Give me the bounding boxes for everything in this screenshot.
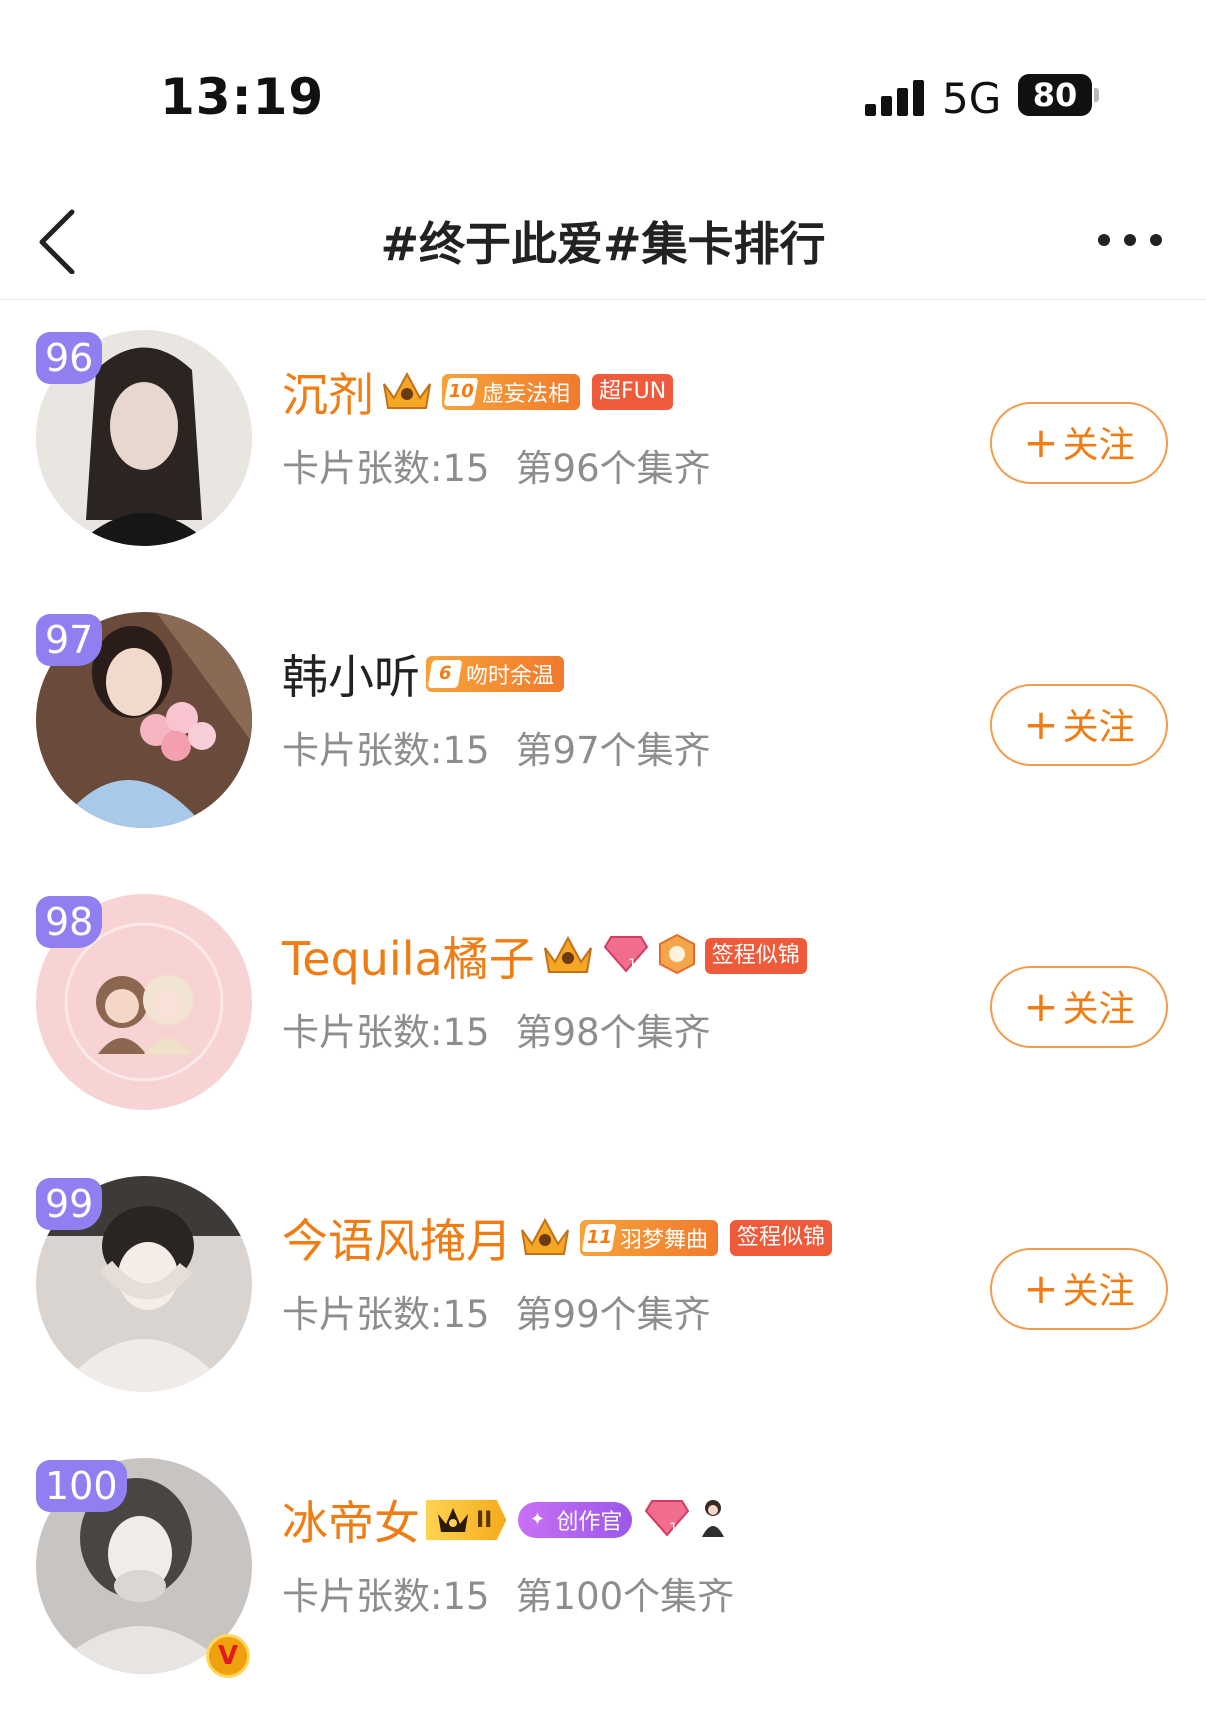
level-tag: 6 吻时余温 xyxy=(426,656,565,692)
collect-position: 第100个集齐 xyxy=(515,1575,735,1618)
username[interactable]: 韩小听 xyxy=(282,641,420,707)
stats-line: 卡片张数:15 第100个集齐 xyxy=(282,1566,734,1620)
more-button[interactable] xyxy=(1094,220,1166,260)
name-line: 沉剂 10 虚妄法相 超FUN xyxy=(282,362,685,422)
vip-tag: II xyxy=(426,1500,507,1540)
rank-badge: 96 xyxy=(36,332,103,384)
follow-label: 关注 xyxy=(1062,1271,1135,1312)
stats-line: 卡片张数:15 第97个集齐 xyxy=(282,720,711,774)
creator-icon: ✦ xyxy=(529,1509,545,1530)
diamond-icon: 12 xyxy=(603,933,649,979)
event-tag: 超FUN xyxy=(592,374,674,410)
collect-position: 第99个集齐 xyxy=(515,1293,711,1336)
card-count: 卡片张数:15 xyxy=(282,1293,490,1336)
username[interactable]: 冰帝女 xyxy=(282,1487,420,1553)
collect-position: 第97个集齐 xyxy=(515,729,711,772)
list-item[interactable]: 100 V 冰帝女 II ✦ 创作官 14 卡片张数:15 第100个集齐 xyxy=(0,1438,1206,1720)
list-item[interactable]: 99 今语风掩月 11 羽梦舞曲 签程似锦 卡片张数:15 第99个集齐 + 关注 xyxy=(0,1156,1206,1438)
plus-icon: + xyxy=(1023,700,1059,749)
battery-icon: 80 xyxy=(1018,74,1092,116)
level-number: 11 xyxy=(581,1224,617,1252)
follow-button[interactable]: + 关注 xyxy=(990,1248,1168,1330)
hexagon-icon xyxy=(657,933,697,979)
crown-icon xyxy=(518,1214,572,1262)
follow-label: 关注 xyxy=(1062,425,1135,466)
level-tag: 10 虚妄法相 xyxy=(442,374,581,410)
name-line: 韩小听 6 吻时余温 xyxy=(282,644,576,704)
verified-badge: V xyxy=(206,1634,250,1678)
card-count: 卡片张数:15 xyxy=(282,1575,490,1618)
stats-line: 卡片张数:15 第99个集齐 xyxy=(282,1284,711,1338)
card-count: 卡片张数:15 xyxy=(282,1011,490,1054)
battery-tip xyxy=(1094,88,1099,102)
plus-icon: + xyxy=(1023,982,1059,1031)
diamond-level: 12 xyxy=(628,957,646,973)
level-number: 6 xyxy=(427,660,463,688)
rank-badge: 98 xyxy=(36,896,103,948)
figure-icon xyxy=(698,1497,728,1543)
network-type: 5G xyxy=(942,74,1002,123)
creator-tag: ✦ 创作官 xyxy=(518,1502,633,1538)
status-bar: 13:19 5G 80 xyxy=(0,0,1206,190)
username[interactable]: 今语风掩月 xyxy=(282,1205,512,1271)
list-item[interactable]: 97 韩小听 6 吻时余温 卡片张数:15 第97个集齐 + 关注 xyxy=(0,592,1206,874)
name-line: 今语风掩月 11 羽梦舞曲 签程似锦 xyxy=(282,1208,844,1268)
username[interactable]: Tequila橘子 xyxy=(282,923,535,989)
collect-position: 第98个集齐 xyxy=(515,1011,711,1054)
name-line: Tequila橘子 12 签程似锦 xyxy=(282,926,819,986)
diamond-level: 14 xyxy=(669,1521,687,1537)
nav-header: #终于此爱#集卡排行 xyxy=(0,190,1206,300)
card-count: 卡片张数:15 xyxy=(282,729,490,772)
card-count: 卡片张数:15 xyxy=(282,447,490,490)
rank-badge: 99 xyxy=(36,1178,103,1230)
follow-button[interactable]: + 关注 xyxy=(990,966,1168,1048)
stats-line: 卡片张数:15 第98个集齐 xyxy=(282,1002,711,1056)
event-tag: 签程似锦 xyxy=(704,938,807,974)
follow-button[interactable]: + 关注 xyxy=(990,684,1168,766)
username[interactable]: 沉剂 xyxy=(282,359,374,425)
level-tag-label: 羽梦舞曲 xyxy=(620,1228,709,1253)
crown-icon xyxy=(438,1508,468,1532)
diamond-icon: 14 xyxy=(644,1497,690,1543)
follow-button[interactable]: + 关注 xyxy=(990,402,1168,484)
level-tag: 11 羽梦舞曲 xyxy=(580,1220,719,1256)
level-number: 10 xyxy=(443,378,479,406)
status-time: 13:19 xyxy=(160,68,325,126)
more-dots-icon xyxy=(1098,234,1110,246)
plus-icon: + xyxy=(1023,418,1059,467)
level-tag-label: 吻时余温 xyxy=(466,664,555,689)
page-title: #终于此爱#集卡排行 xyxy=(380,217,826,271)
rank-badge: 97 xyxy=(36,614,103,666)
rank-badge: 100 xyxy=(36,1460,127,1512)
name-line: 冰帝女 II ✦ 创作官 14 xyxy=(282,1490,736,1550)
list-item[interactable]: 96 沉剂 10 虚妄法相 超FUN 卡片张数:15 第96个集齐 + 关注 xyxy=(0,310,1206,592)
collect-position: 第96个集齐 xyxy=(515,447,711,490)
vip-level: II xyxy=(476,1507,493,1533)
follow-label: 关注 xyxy=(1062,989,1135,1030)
crown-icon xyxy=(380,368,434,416)
creator-label: 创作官 xyxy=(556,1510,623,1535)
plus-icon: + xyxy=(1023,1264,1059,1313)
follow-label: 关注 xyxy=(1062,707,1135,748)
list-item[interactable]: 98 Tequila橘子 12 签程似锦 卡片张数:15 第98个集齐 + 关注 xyxy=(0,874,1206,1156)
level-tag-label: 虚妄法相 xyxy=(482,382,571,407)
crown-icon xyxy=(541,932,595,980)
event-tag: 签程似锦 xyxy=(730,1220,833,1256)
stats-line: 卡片张数:15 第96个集齐 xyxy=(282,438,711,492)
signal-icon xyxy=(865,78,925,116)
